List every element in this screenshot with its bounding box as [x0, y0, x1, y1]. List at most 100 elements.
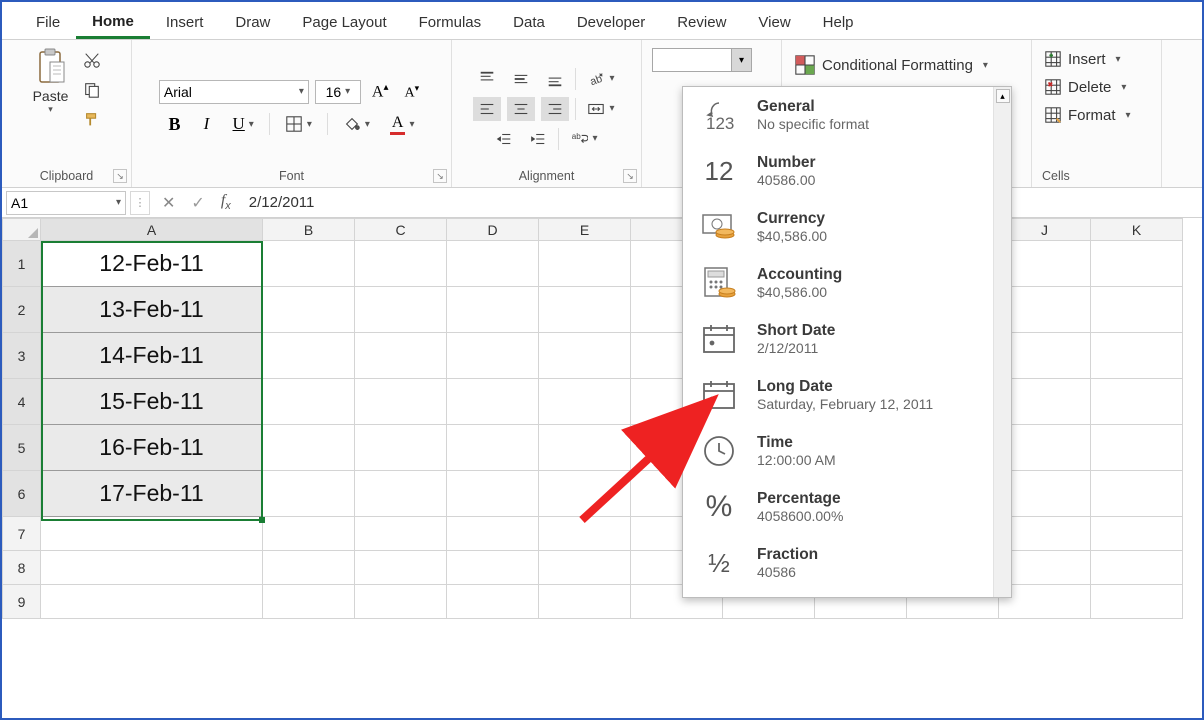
col-head-D[interactable]: D: [447, 219, 539, 241]
tab-review[interactable]: Review: [661, 8, 742, 37]
format-cells-button[interactable]: Format▾: [1042, 104, 1133, 126]
format-painter-button[interactable]: [78, 108, 106, 132]
nf-item-accounting[interactable]: Accounting $40,586.00: [683, 255, 1011, 311]
fx-button[interactable]: fx: [213, 192, 239, 212]
currency-icon: [697, 209, 741, 245]
delete-cells-icon: [1044, 78, 1062, 96]
nf-item-currency[interactable]: Currency$40,586.00: [683, 199, 1011, 255]
col-head-K[interactable]: K: [1091, 219, 1183, 241]
align-middle-button[interactable]: [507, 67, 535, 91]
orientation-button[interactable]: ab▾: [582, 67, 619, 91]
font-name-select[interactable]: Arial▾: [159, 80, 309, 104]
tab-draw[interactable]: Draw: [219, 8, 286, 37]
wrap-text-button[interactable]: ab▾: [565, 127, 602, 151]
tab-developer[interactable]: Developer: [561, 8, 661, 37]
nf-item-time[interactable]: Time12:00:00 AM: [683, 423, 1011, 479]
name-box[interactable]: A1 ▾: [6, 191, 126, 215]
cell-A4[interactable]: 15-Feb-11: [41, 379, 263, 425]
tab-page-layout[interactable]: Page Layout: [286, 8, 402, 37]
cell[interactable]: [263, 241, 355, 287]
borders-button[interactable]: ▾: [280, 112, 317, 136]
indent-icon: [529, 130, 547, 148]
font-size-select[interactable]: 16▾: [315, 80, 361, 104]
percentage-icon: %: [697, 489, 741, 525]
nf-item-fraction[interactable]: ½ Fraction40586: [683, 535, 1011, 591]
svg-text:ab: ab: [572, 132, 581, 141]
cell-A6[interactable]: 17-Feb-11: [41, 471, 263, 517]
decrease-font-button[interactable]: A▾: [399, 80, 424, 105]
row-head-6[interactable]: 6: [3, 471, 41, 517]
tab-view[interactable]: View: [742, 8, 806, 37]
italic-button[interactable]: I: [196, 111, 218, 137]
align-left-button[interactable]: [473, 97, 501, 121]
accept-formula-button[interactable]: ✓: [183, 193, 212, 213]
alignment-dialog-launcher[interactable]: ↘: [623, 169, 637, 183]
nf-item-long-date[interactable]: Long DateSaturday, February 12, 2011: [683, 367, 1011, 423]
insert-cells-button[interactable]: Insert▾: [1042, 48, 1133, 70]
nf-item-percentage[interactable]: % Percentage4058600.00%: [683, 479, 1011, 535]
increase-indent-button[interactable]: [524, 127, 552, 151]
col-head-A[interactable]: A: [41, 219, 263, 241]
tab-home[interactable]: Home: [76, 7, 150, 39]
row-head-4[interactable]: 4: [3, 379, 41, 425]
align-top-button[interactable]: [473, 67, 501, 91]
cell-A3[interactable]: 14-Feb-11: [41, 333, 263, 379]
long-date-icon: [697, 377, 741, 413]
decrease-indent-button[interactable]: [490, 127, 518, 151]
col-head-J[interactable]: J: [999, 219, 1091, 241]
col-head-B[interactable]: B: [263, 219, 355, 241]
orientation-icon: ab: [587, 70, 605, 88]
clipboard-paste-icon: [34, 48, 68, 88]
align-bottom-icon: [546, 70, 564, 88]
font-color-button[interactable]: A▾: [385, 111, 420, 138]
row-head-9[interactable]: 9: [3, 585, 41, 619]
align-bottom-button[interactable]: [541, 67, 569, 91]
col-head-E[interactable]: E: [539, 219, 631, 241]
underline-button[interactable]: U▾: [228, 111, 259, 137]
nf-item-general[interactable]: 123 GeneralNo specific format: [683, 87, 1011, 143]
tab-insert[interactable]: Insert: [150, 8, 220, 37]
cell-A2[interactable]: 13-Feb-11: [41, 287, 263, 333]
cell-A1[interactable]: 12-Feb-11: [41, 241, 263, 287]
tab-formulas[interactable]: Formulas: [403, 8, 498, 37]
clipboard-dialog-launcher[interactable]: ↘: [113, 169, 127, 183]
row-head-5[interactable]: 5: [3, 425, 41, 471]
fill-color-button[interactable]: ▾: [338, 112, 375, 136]
increase-font-button[interactable]: A▴: [367, 79, 394, 104]
row-head-1[interactable]: 1: [3, 241, 41, 287]
copy-button[interactable]: [78, 78, 106, 102]
tab-file[interactable]: File: [20, 8, 76, 37]
font-dialog-launcher[interactable]: ↘: [433, 169, 447, 183]
group-label-clipboard: Clipboard: [40, 169, 94, 185]
tab-help[interactable]: Help: [807, 8, 870, 37]
merge-center-button[interactable]: ▾: [582, 97, 619, 121]
col-head-C[interactable]: C: [355, 219, 447, 241]
borders-icon: [285, 115, 303, 133]
cut-button[interactable]: [78, 48, 106, 72]
number-icon: 12: [697, 153, 741, 189]
align-center-button[interactable]: [507, 97, 535, 121]
row-head-8[interactable]: 8: [3, 551, 41, 585]
bold-button[interactable]: B: [164, 111, 186, 138]
row-head-3[interactable]: 3: [3, 333, 41, 379]
select-all-corner[interactable]: [3, 219, 41, 241]
row-head-2[interactable]: 2: [3, 287, 41, 333]
outdent-icon: [495, 130, 513, 148]
cancel-formula-button[interactable]: ✕: [154, 193, 183, 213]
scrollbar[interactable]: ▴: [993, 87, 1011, 597]
paintbrush-icon: [83, 111, 101, 129]
paste-button[interactable]: Paste ▾: [27, 48, 75, 115]
nf-item-number[interactable]: 12 Number40586.00: [683, 143, 1011, 199]
align-right-button[interactable]: [541, 97, 569, 121]
accounting-icon: [697, 265, 741, 301]
delete-cells-button[interactable]: Delete▾: [1042, 76, 1133, 98]
number-format-select[interactable]: ▾: [652, 48, 752, 72]
cell-A5[interactable]: 16-Feb-11: [41, 425, 263, 471]
chevron-down-icon: ▾: [731, 49, 751, 71]
nf-item-short-date[interactable]: Short Date2/12/2011: [683, 311, 1011, 367]
group-label-alignment: Alignment: [519, 169, 575, 185]
align-middle-icon: [512, 70, 530, 88]
tab-data[interactable]: Data: [497, 8, 561, 37]
row-head-7[interactable]: 7: [3, 517, 41, 551]
conditional-formatting-button[interactable]: Conditional Formatting ▾: [792, 52, 990, 78]
